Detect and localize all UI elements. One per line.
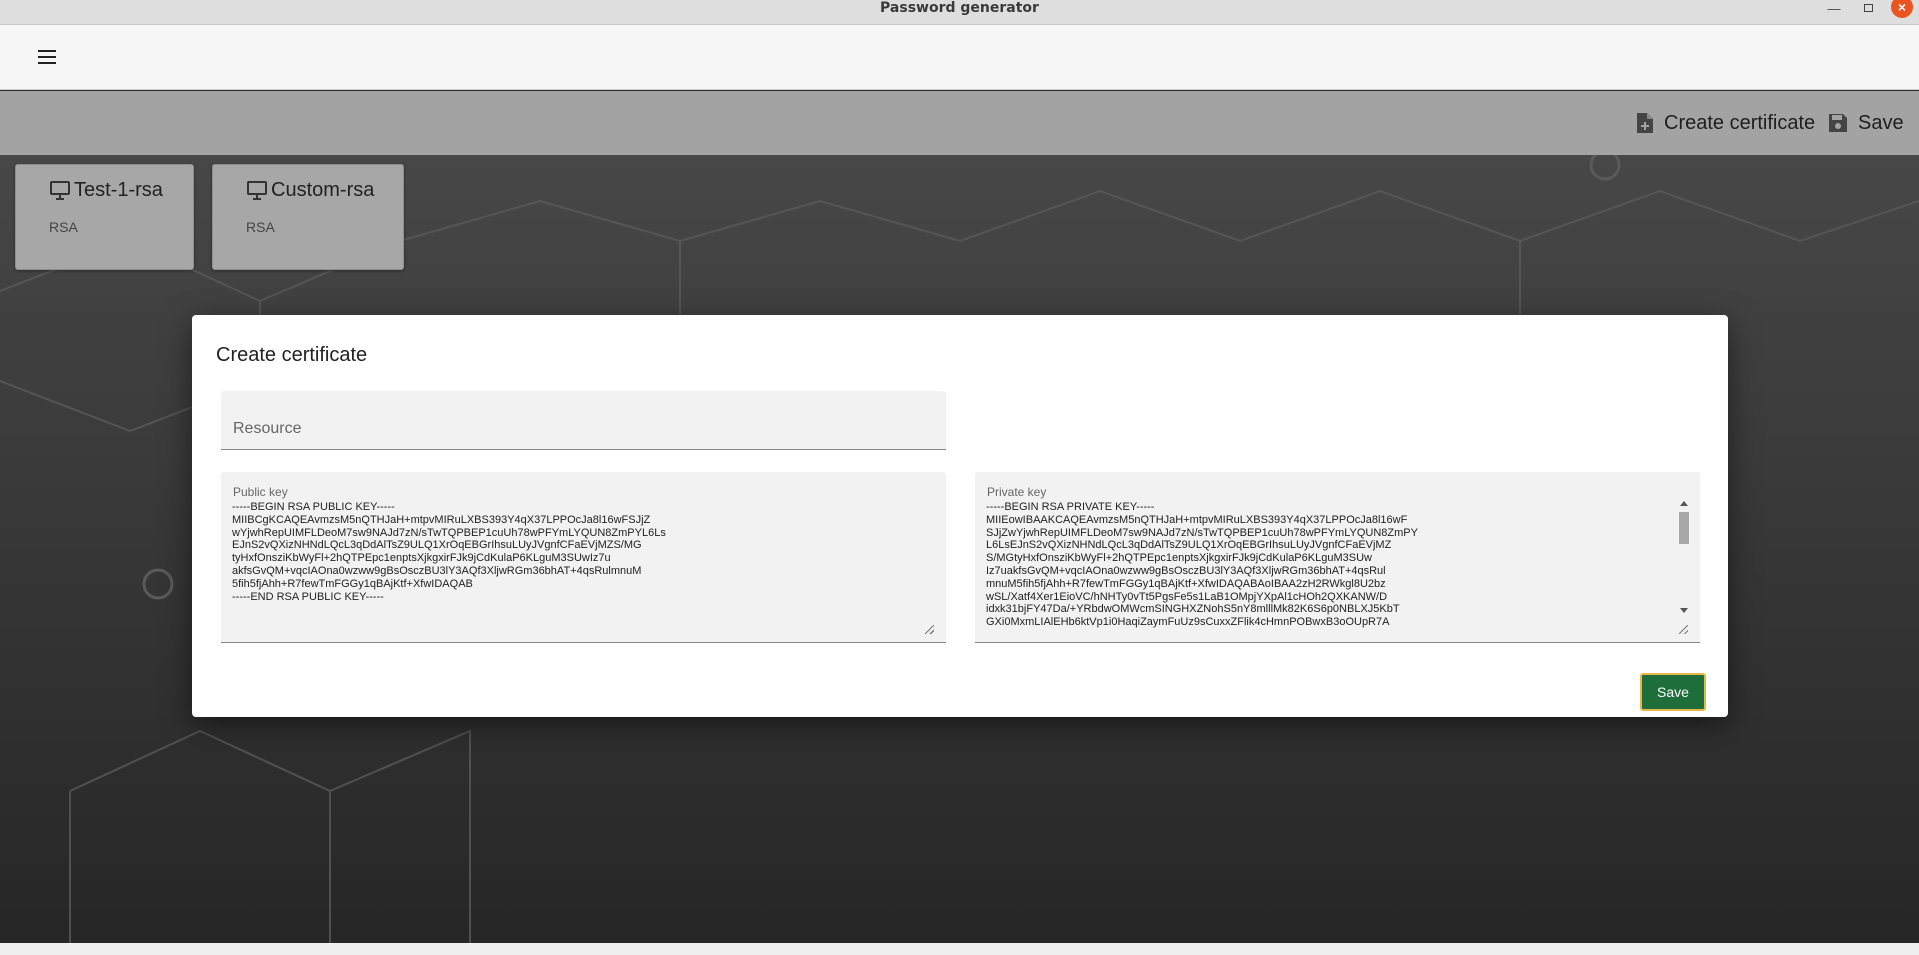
bottom-bar <box>0 943 1919 955</box>
certificate-type: RSA <box>246 219 275 235</box>
app-header <box>0 25 1919 90</box>
certificate-type: RSA <box>49 219 78 235</box>
certificate-name: Test-1-rsa <box>74 179 163 201</box>
resize-handle[interactable] <box>1679 625 1688 634</box>
scroll-down-icon[interactable] <box>1680 608 1688 613</box>
public-key-textarea[interactable]: -----BEGIN RSA PUBLIC KEY----- MIIBCgKCA… <box>232 501 935 639</box>
create-certificate-dialog: Create certificate Public key -----BEGIN… <box>192 315 1728 717</box>
private-key-label: Private key <box>987 485 1047 499</box>
save-icon <box>1829 114 1847 132</box>
create-certificate-button[interactable]: Create certificate <box>1636 109 1815 137</box>
certificate-name-row: Custom-rsa <box>247 179 374 202</box>
minimize-icon: — <box>1827 0 1841 16</box>
resize-handle[interactable] <box>925 625 934 634</box>
save-toolbar-button[interactable]: Save <box>1828 109 1904 137</box>
computer-icon <box>247 180 267 200</box>
dialog-title: Create certificate <box>216 344 368 366</box>
public-key-label: Public key <box>233 485 288 499</box>
certificate-name-row: Test-1-rsa <box>50 179 163 202</box>
minimize-button[interactable]: — <box>1822 0 1846 16</box>
scrollbar[interactable] <box>1678 501 1690 613</box>
add-file-icon <box>1637 113 1653 133</box>
window-title: Password generator <box>880 0 1039 16</box>
save-toolbar-label: Save <box>1858 111 1904 134</box>
private-key-field: Private key -----BEGIN RSA PRIVATE KEY--… <box>975 472 1700 643</box>
window-titlebar: Password generator — × <box>0 0 1919 25</box>
public-key-field: Public key -----BEGIN RSA PUBLIC KEY----… <box>221 472 946 643</box>
resource-field <box>221 391 946 450</box>
create-certificate-label: Create certificate <box>1664 111 1816 134</box>
private-key-textarea[interactable]: -----BEGIN RSA PRIVATE KEY----- MIIEowIB… <box>986 501 1671 639</box>
scroll-up-icon[interactable] <box>1680 501 1688 506</box>
maximize-button[interactable] <box>1856 0 1880 16</box>
resource-input[interactable] <box>221 391 946 449</box>
certificate-card[interactable]: Test-1-rsa RSA <box>15 164 194 270</box>
certificate-card[interactable]: Custom-rsa RSA <box>212 164 404 270</box>
menu-icon[interactable] <box>38 50 56 64</box>
close-icon: × <box>1897 0 1907 15</box>
top-toolbar: Create certificate Save <box>0 91 1919 155</box>
computer-icon <box>50 180 70 200</box>
scroll-thumb[interactable] <box>1679 512 1689 544</box>
save-button[interactable]: Save <box>1640 673 1706 711</box>
maximize-icon <box>1863 4 1873 12</box>
certificate-name: Custom-rsa <box>271 179 375 201</box>
